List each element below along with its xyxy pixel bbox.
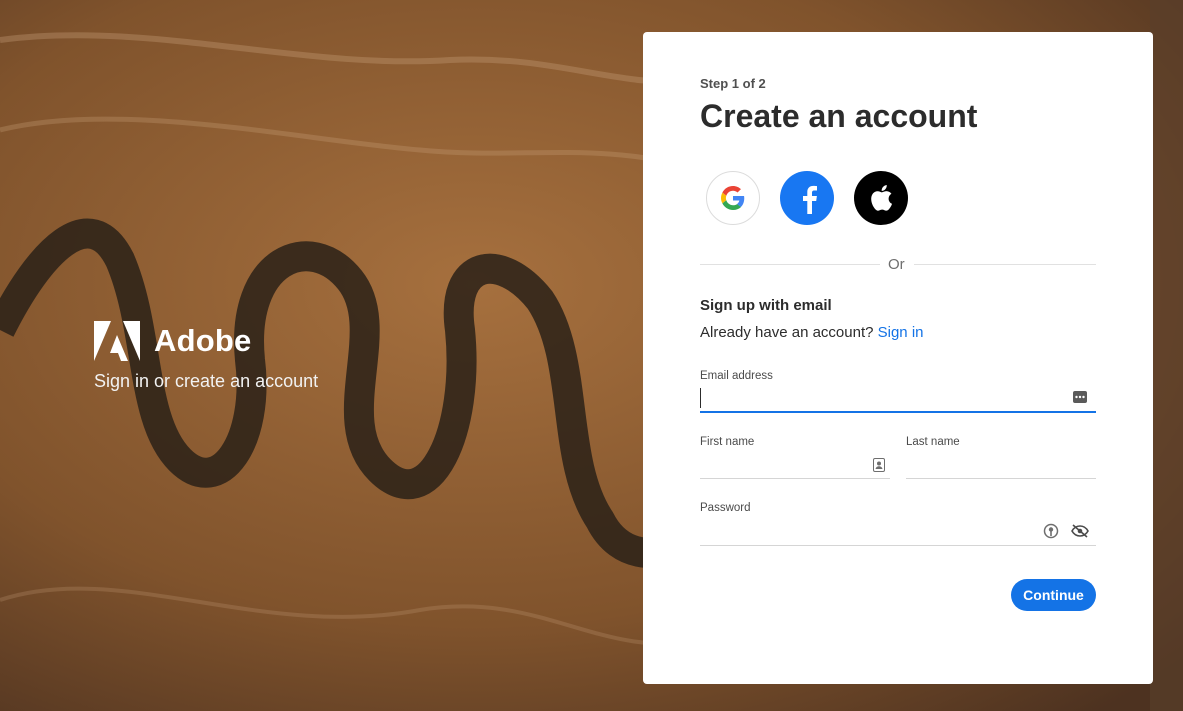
first-name-label: First name	[700, 436, 755, 448]
password-manager-icon[interactable]	[1072, 389, 1088, 405]
or-divider: Or	[700, 254, 1096, 274]
password-label: Password	[700, 502, 751, 514]
last-name-field[interactable]	[906, 449, 1096, 479]
signin-prompt: Already have an account? Sign in	[700, 324, 924, 341]
hide-password-icon[interactable]	[1070, 522, 1090, 540]
text-caret	[700, 388, 701, 408]
facebook-signin-button[interactable]	[780, 171, 834, 225]
adobe-logo-icon	[94, 321, 140, 361]
apple-signin-button[interactable]	[854, 171, 908, 225]
signin-link[interactable]: Sign in	[878, 324, 924, 341]
page-title: Create an account	[700, 98, 978, 134]
email-label: Email address	[700, 370, 773, 382]
brand-tagline: Sign in or create an account	[94, 371, 319, 391]
password-field[interactable]	[700, 516, 1096, 546]
first-name-field[interactable]	[700, 449, 890, 479]
last-name-label: Last name	[906, 436, 960, 448]
step-indicator: Step 1 of 2	[700, 76, 766, 91]
email-field[interactable]	[700, 383, 1096, 413]
facebook-icon	[803, 185, 817, 214]
continue-button[interactable]: Continue	[1011, 579, 1096, 611]
brand-name: Adobe	[154, 323, 252, 358]
brand-block: Adobe Sign in or create an account	[94, 321, 318, 392]
signup-heading: Sign up with email	[700, 297, 832, 314]
google-signin-button[interactable]	[706, 171, 760, 225]
apple-icon	[871, 185, 892, 211]
contact-card-icon[interactable]	[871, 456, 887, 474]
google-icon	[721, 186, 745, 210]
signup-card: Step 1 of 2 Create an account Or Sign up…	[643, 32, 1153, 684]
password-key-icon[interactable]	[1042, 522, 1060, 540]
divider-label: Or	[888, 256, 905, 273]
account-prompt-text: Already have an account?	[700, 324, 874, 341]
